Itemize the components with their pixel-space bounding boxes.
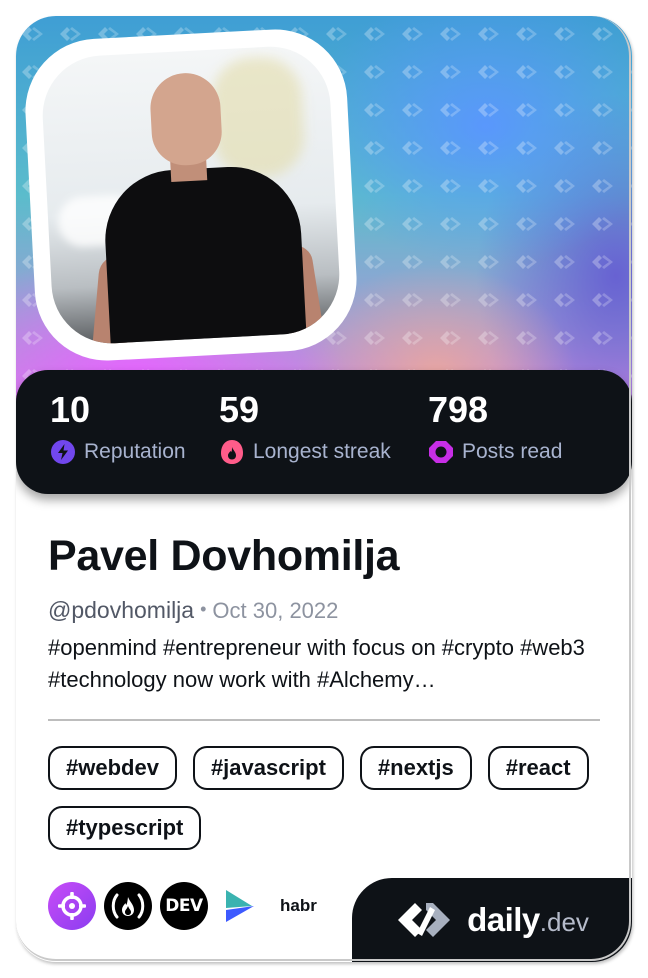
tag-javascript[interactable]: #javascript [192,746,344,790]
source-list: DEV habr [48,882,317,930]
tag-typescript[interactable]: #typescript [48,806,202,850]
stat-value: 798 [428,389,489,430]
profile-card: 10 Reputation 59 Longest streak 798 Post… [16,16,632,962]
dailydev-logo-icon [398,903,451,937]
avatar-frame [21,25,361,365]
joined-date: Oct 30, 2022 [212,598,339,623]
profile-meta: @pdovhomilja • Oct 30, 2022 [48,593,338,627]
posts-read-ring-icon [429,441,453,463]
stat-label: Reputation [84,440,186,463]
profile-handle[interactable]: @pdovhomilja [48,597,194,623]
cover-background [16,16,632,416]
stat-value: 10 [50,389,91,430]
stat-label: Longest streak [253,440,391,463]
tag-webdev[interactable]: #webdev [48,746,177,790]
brand-word: daily [467,901,540,938]
tag-list: #webdev #javascript #nextjs #react #type… [48,746,608,850]
avatar [39,43,343,347]
crosshair-source-icon[interactable] [48,882,96,930]
arrow-source-icon[interactable] [216,882,264,930]
reputation-bolt-icon [51,440,75,464]
brand-tld: .dev [539,907,589,937]
stat-value: 59 [219,389,260,430]
tag-react[interactable]: #react [487,746,589,790]
profile-name: Pavel Dovhomilja [48,532,400,580]
freecodecamp-source-icon[interactable] [104,882,152,930]
dailydev-logo: daily.dev [352,878,632,962]
tag-nextjs[interactable]: #nextjs [359,746,472,790]
dev-to-source-icon[interactable]: DEV [160,882,208,930]
stat-longest-streak: 59 Longest streak [219,388,391,466]
streak-flame-icon [221,440,243,464]
stat-label: Posts read [462,440,563,463]
stat-reputation: 10 Reputation [50,388,186,466]
stats-bar: 10 Reputation 59 Longest streak 798 Post… [16,370,632,494]
habr-source-icon[interactable]: habr [280,896,317,916]
stat-posts-read: 798 Posts read [428,388,562,466]
profile-bio: #openmind #entrepreneur with focus on #c… [48,635,585,692]
meta-separator: • [200,599,207,619]
dev-label: DEV [165,896,203,916]
divider [48,719,600,721]
